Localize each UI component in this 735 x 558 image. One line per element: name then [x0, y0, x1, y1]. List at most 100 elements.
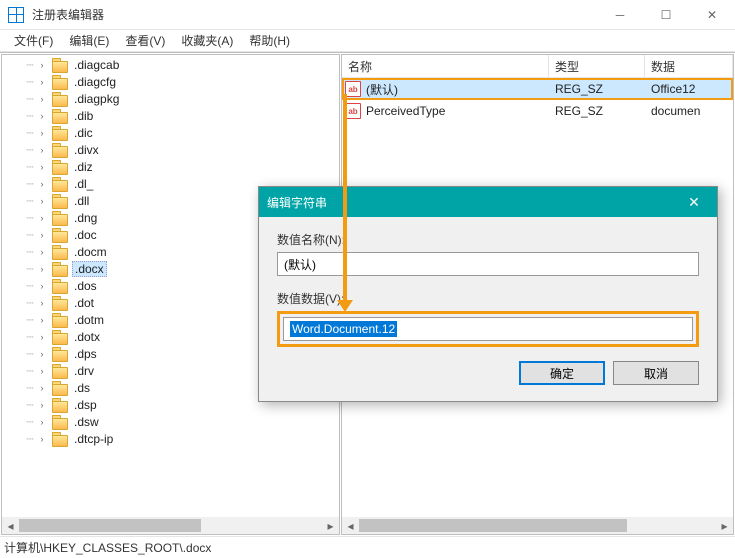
expand-caret-icon[interactable]: › [36, 332, 48, 342]
tree-item[interactable]: ┈› .divx [2, 141, 339, 158]
tree-hscrollbar[interactable]: ◂ ▸ [2, 517, 339, 534]
tree-label: .docx [72, 261, 107, 277]
tree-item[interactable]: ┈›.diagcab [2, 56, 339, 73]
tree-label: .dotx [72, 330, 102, 344]
expand-caret-icon[interactable]: › [36, 60, 48, 70]
expand-caret-icon[interactable]: › [36, 366, 48, 376]
tree-connector: ┈ [24, 364, 36, 378]
minimize-button[interactable]: ─ [597, 0, 643, 30]
tree-item[interactable]: ┈› .diagcfg [2, 73, 339, 90]
dialog-close-button[interactable]: ✕ [679, 194, 709, 211]
list-hscrollbar[interactable]: ◂ ▸ [342, 517, 733, 534]
menu-view[interactable]: 查看(V) [117, 30, 173, 51]
expand-caret-icon[interactable]: › [36, 111, 48, 121]
expand-caret-icon[interactable]: › [36, 230, 48, 240]
row-data: documen [645, 104, 733, 118]
tree-item[interactable]: ┈›.diagpkg [2, 90, 339, 107]
expand-caret-icon[interactable]: › [36, 264, 48, 274]
expand-caret-icon[interactable]: › [36, 383, 48, 393]
scroll-right-icon[interactable]: ▸ [322, 517, 339, 534]
window-controls: ─ ☐ ✕ [597, 0, 735, 29]
tree-item[interactable]: ┈›.dtcp-ip [2, 430, 339, 447]
tree-label: .dsw [72, 415, 101, 429]
row-type: REG_SZ [549, 104, 645, 118]
menu-favorites[interactable]: 收藏夹(A) [173, 30, 241, 51]
col-type[interactable]: 类型 [549, 55, 645, 77]
value-name-input[interactable] [277, 252, 699, 276]
tree-connector: ┈ [24, 381, 36, 395]
tree-label: .dos [72, 279, 99, 293]
tree-connector: ┈ [24, 279, 36, 293]
scroll-right-icon[interactable]: ▸ [716, 517, 733, 534]
expand-caret-icon[interactable]: › [36, 196, 48, 206]
expand-caret-icon[interactable]: › [36, 145, 48, 155]
tree-item[interactable]: ┈› .dsw [2, 413, 339, 430]
expand-caret-icon[interactable]: › [36, 213, 48, 223]
tree-label: .doc [72, 228, 99, 242]
scroll-thumb[interactable] [19, 519, 201, 532]
expand-caret-icon[interactable]: › [36, 417, 48, 427]
tree-label: .ds [72, 381, 92, 395]
dialog-titlebar[interactable]: 编辑字符串 ✕ [259, 187, 717, 217]
folder-icon [52, 313, 68, 326]
row-name: PerceivedType [366, 104, 445, 118]
expand-caret-icon[interactable]: › [36, 77, 48, 87]
list-row[interactable]: ab(默认)REG_SZOffice12 [342, 78, 733, 100]
expand-caret-icon[interactable]: › [36, 298, 48, 308]
tree-item[interactable]: ┈›.dic [2, 124, 339, 141]
expand-caret-icon[interactable]: › [36, 315, 48, 325]
list-row[interactable]: abPerceivedTypeREG_SZdocumen [342, 100, 733, 122]
folder-icon [52, 109, 68, 122]
expand-caret-icon[interactable]: › [36, 400, 48, 410]
tree-connector: ┈ [24, 432, 36, 446]
scroll-left-icon[interactable]: ◂ [342, 517, 359, 534]
maximize-button[interactable]: ☐ [643, 0, 689, 30]
expand-caret-icon[interactable]: › [36, 162, 48, 172]
folder-icon [52, 194, 68, 207]
expand-caret-icon[interactable]: › [36, 281, 48, 291]
tree-connector: ┈ [24, 415, 36, 429]
col-data[interactable]: 数据 [645, 55, 733, 77]
tree-connector: ┈ [24, 313, 36, 327]
value-name-label: 数值名称(N): [277, 231, 699, 248]
tree-connector: ┈ [24, 296, 36, 310]
scroll-left-icon[interactable]: ◂ [2, 517, 19, 534]
cancel-button[interactable]: 取消 [613, 361, 699, 385]
expand-caret-icon[interactable]: › [36, 179, 48, 189]
reg-string-icon: ab [345, 81, 361, 97]
tree-item[interactable]: ┈›.diz [2, 158, 339, 175]
expand-caret-icon[interactable]: › [36, 349, 48, 359]
close-button[interactable]: ✕ [689, 0, 735, 30]
value-data-highlight: Word.Document.12 [277, 311, 699, 347]
expand-caret-icon[interactable]: › [36, 247, 48, 257]
expand-caret-icon[interactable]: › [36, 434, 48, 444]
folder-icon [52, 211, 68, 224]
menu-edit[interactable]: 编辑(E) [61, 30, 117, 51]
tree-label: .diagcfg [72, 75, 118, 89]
tree-label: .diagpkg [72, 92, 121, 106]
scroll-thumb[interactable] [359, 519, 627, 532]
expand-caret-icon[interactable]: › [36, 94, 48, 104]
menu-file[interactable]: 文件(F) [6, 30, 61, 51]
tree-connector: ┈ [24, 262, 36, 276]
folder-icon [52, 262, 68, 275]
folder-icon [52, 58, 68, 71]
tree-connector: ┈ [24, 75, 36, 89]
expand-caret-icon[interactable]: › [36, 128, 48, 138]
tree-label: .divx [72, 143, 101, 157]
folder-icon [52, 143, 68, 156]
menu-help[interactable]: 帮助(H) [241, 30, 298, 51]
tree-connector: ┈ [24, 126, 36, 140]
value-data-input[interactable]: Word.Document.12 [283, 317, 693, 341]
col-name[interactable]: 名称 [342, 55, 549, 77]
tree-item[interactable]: ┈›.dib [2, 107, 339, 124]
scroll-track[interactable] [359, 517, 716, 534]
value-data-text: Word.Document.12 [290, 321, 397, 337]
ok-button[interactable]: 确定 [519, 361, 605, 385]
tree-connector: ┈ [24, 58, 36, 72]
scroll-track[interactable] [19, 517, 322, 534]
tree-connector: ┈ [24, 398, 36, 412]
tree-connector: ┈ [24, 143, 36, 157]
tree-label: .dotm [72, 313, 106, 327]
annotation-arrow [343, 94, 347, 302]
